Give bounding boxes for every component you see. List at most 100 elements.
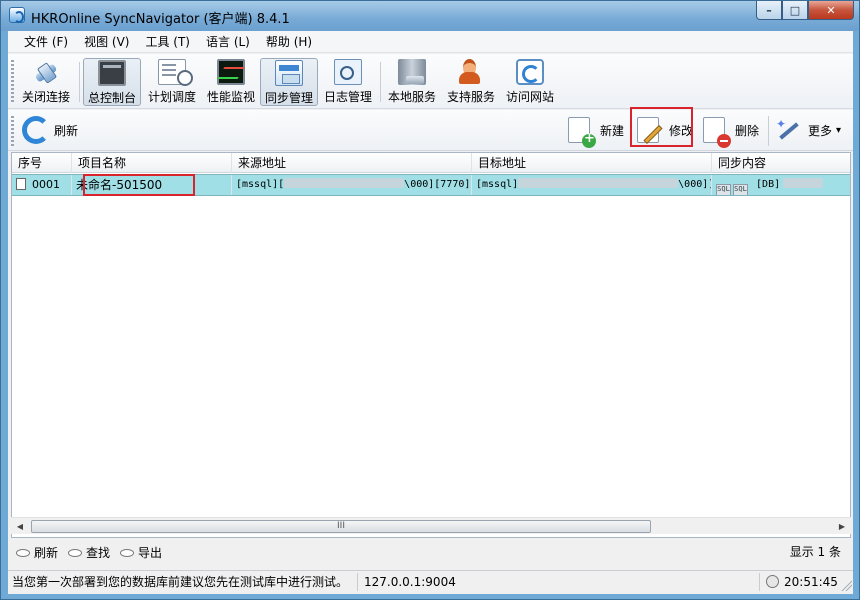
app-logo-icon xyxy=(9,7,25,23)
target-tail: \000]] xyxy=(678,179,712,190)
performance-monitor-button[interactable]: 性能监视 xyxy=(203,58,259,106)
close-connection-button[interactable]: 关闭连接 xyxy=(18,58,74,106)
web-icon xyxy=(516,59,544,85)
document-icon xyxy=(16,178,26,190)
local-service-button[interactable]: 本地服务 xyxy=(384,58,440,106)
toolbar-grip[interactable] xyxy=(11,60,14,104)
redacted-block xyxy=(284,178,405,188)
redacted-block xyxy=(783,178,824,188)
delete-button[interactable]: 删除 xyxy=(699,113,760,148)
project-grid[interactable]: 序号 项目名称 来源地址 目标地址 同步内容 0001 未命名-501500 [… xyxy=(11,152,851,538)
horizontal-scrollbar[interactable]: ◀ III ▶ xyxy=(11,517,851,534)
close-window-button[interactable]: ✕ xyxy=(808,1,854,20)
support-person-icon xyxy=(457,59,485,85)
col-index-header[interactable]: 序号 xyxy=(12,153,72,173)
toolbar-grip[interactable] xyxy=(11,116,14,146)
schedule-icon xyxy=(158,59,193,86)
radio-oval-icon xyxy=(120,548,134,557)
menu-language[interactable]: 语言 (L) xyxy=(198,31,258,53)
sync-manager-label: 同步管理 xyxy=(264,91,313,105)
footer-refresh-label: 刷新 xyxy=(34,546,59,560)
new-document-icon xyxy=(568,117,596,148)
chevron-down-icon: ▾ xyxy=(836,124,842,136)
visit-website-label: 访问网站 xyxy=(505,90,554,104)
delete-label: 删除 xyxy=(735,123,760,138)
col-name-header[interactable]: 项目名称 xyxy=(72,153,232,173)
grid-footer: 刷新 查找 导出 显示 1 条 xyxy=(8,541,853,564)
sync-manager-button[interactable]: 同步管理 xyxy=(260,58,318,106)
new-label: 新建 xyxy=(600,123,625,138)
menu-view[interactable]: 视图 (V) xyxy=(76,31,137,53)
source-tail: \000][7770] xyxy=(404,179,471,190)
footer-refresh-button[interactable]: 刷新 xyxy=(16,541,58,564)
sql-server-icon: SQL xyxy=(716,184,731,195)
menu-help[interactable]: 帮助 (H) xyxy=(258,31,320,53)
close-connection-label: 关闭连接 xyxy=(21,90,70,104)
title-bar[interactable]: HKROnline SyncNavigator (客户端) 8.4.1 – □ … xyxy=(1,1,859,31)
maximize-button[interactable]: □ xyxy=(782,1,808,20)
schedule-label: 计划调度 xyxy=(147,90,196,104)
col-source-header[interactable]: 来源地址 xyxy=(232,153,472,173)
footer-export-button[interactable]: 导出 xyxy=(120,541,162,564)
col-content-header[interactable]: 同步内容 xyxy=(712,153,850,173)
toolbar-separator xyxy=(380,62,381,102)
visit-website-button[interactable]: 访问网站 xyxy=(502,58,558,106)
schedule-button[interactable]: 计划调度 xyxy=(144,58,200,106)
action-toolbar: 刷新 新建 修改 删除 更多 ▾ xyxy=(8,110,853,151)
log-manager-label: 日志管理 xyxy=(323,90,372,104)
minimize-button[interactable]: – xyxy=(756,1,782,20)
row-source-cell: [mssql][\000][7770] xyxy=(232,175,472,195)
scroll-left-arrow-icon[interactable]: ◀ xyxy=(13,520,27,533)
console-button[interactable]: 总控制台 xyxy=(83,58,141,106)
delete-document-icon xyxy=(703,117,731,148)
status-time: 20:51:45 xyxy=(784,575,838,589)
console-icon xyxy=(98,60,126,86)
row-index: 0001 xyxy=(32,178,60,191)
menu-file[interactable]: 文件 (F) xyxy=(16,31,76,53)
server-icon xyxy=(398,59,426,85)
radio-oval-icon xyxy=(68,548,82,557)
row-content-cell: SQL SQL [DB] xyxy=(712,175,850,195)
more-button[interactable]: 更多 ▾ xyxy=(774,113,841,147)
status-address: 127.0.0.1:9004 xyxy=(360,573,760,591)
log-manager-button[interactable]: 日志管理 xyxy=(320,58,376,106)
content-text: [DB] xyxy=(756,179,781,190)
clock-icon xyxy=(766,575,779,588)
highlight-project-name xyxy=(83,174,195,196)
remove-badge-icon xyxy=(717,134,731,148)
support-service-button[interactable]: 支持服务 xyxy=(443,58,499,106)
resize-grip-icon[interactable] xyxy=(840,579,852,591)
log-icon xyxy=(334,59,362,85)
app-window: HKROnline SyncNavigator (客户端) 8.4.1 – □ … xyxy=(0,0,860,600)
footer-export-label: 导出 xyxy=(138,546,163,560)
redacted-block xyxy=(518,178,679,188)
window-title: HKROnline SyncNavigator (客户端) 8.4.1 xyxy=(31,12,290,27)
highlight-edit-button xyxy=(630,107,693,147)
window-controls: – □ ✕ xyxy=(756,1,854,21)
row-target-cell: [mssql] \000]] xyxy=(472,175,712,195)
menu-tools[interactable]: 工具 (T) xyxy=(137,31,198,53)
col-target-header[interactable]: 目标地址 xyxy=(472,153,712,173)
status-message: 当您第一次部署到您的数据库前建议您先在测试库中进行测试。 xyxy=(8,573,358,591)
scroll-right-arrow-icon[interactable]: ▶ xyxy=(835,520,849,533)
toolbar-separator xyxy=(79,62,80,102)
refresh-icon xyxy=(22,116,50,144)
record-count: 显示 1 条 xyxy=(789,545,841,559)
status-bar: 当您第一次部署到您的数据库前建议您先在测试库中进行测试。 127.0.0.1:9… xyxy=(8,570,853,592)
footer-find-button[interactable]: 查找 xyxy=(68,541,110,564)
sql-server-icon: SQL xyxy=(733,184,748,195)
status-clock: 20:51:45 xyxy=(762,573,852,591)
scrollbar-thumb[interactable]: III xyxy=(31,520,651,533)
refresh-label: 刷新 xyxy=(54,123,79,138)
plug-icon xyxy=(32,59,60,85)
client-area: 文件 (F) 视图 (V) 工具 (T) 语言 (L) 帮助 (H) 关闭连接 … xyxy=(8,31,853,594)
new-button[interactable]: 新建 xyxy=(564,113,625,148)
sync-manager-icon xyxy=(275,60,303,86)
menu-bar: 文件 (F) 视图 (V) 工具 (T) 语言 (L) 帮助 (H) xyxy=(8,31,853,53)
radio-oval-icon xyxy=(16,548,30,557)
performance-monitor-label: 性能监视 xyxy=(206,90,255,104)
grid-header: 序号 项目名称 来源地址 目标地址 同步内容 xyxy=(12,153,850,173)
local-service-label: 本地服务 xyxy=(387,90,436,104)
magic-wand-icon xyxy=(774,115,804,145)
refresh-button[interactable]: 刷新 xyxy=(22,113,78,147)
